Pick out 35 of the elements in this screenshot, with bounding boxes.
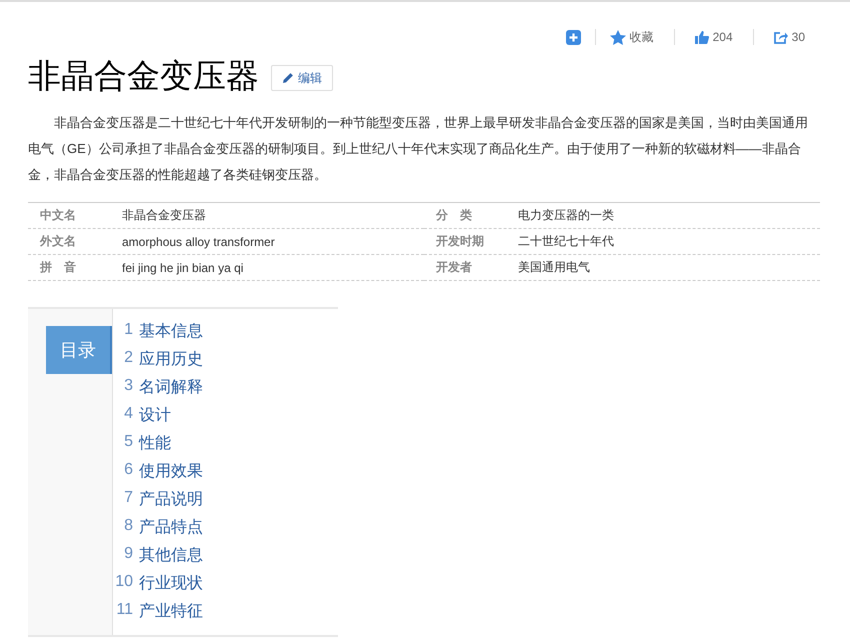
info-value: amorphous alloy transformer — [122, 234, 275, 248]
page-title: 非晶合金变压器 — [28, 56, 259, 96]
thumbs-up-icon — [694, 30, 709, 44]
add-button[interactable] — [566, 30, 581, 44]
like-button[interactable]: 204 — [694, 30, 733, 44]
info-label: 分 类 — [434, 207, 473, 224]
toc-link[interactable]: 5 性能 — [113, 432, 171, 454]
toc-heading: 目录 — [46, 326, 112, 374]
share-icon — [774, 30, 788, 44]
toc-link[interactable]: 2 应用历史 — [113, 348, 203, 370]
edit-button[interactable]: 编辑 — [271, 65, 333, 91]
info-value: 美国通用电气 — [518, 259, 590, 276]
star-icon — [610, 30, 626, 44]
toc-link[interactable]: 4 设计 — [113, 404, 171, 426]
info-value: 非晶合金变压器 — [122, 207, 206, 224]
toc-link[interactable]: 9 其他信息 — [113, 544, 203, 566]
toc-link[interactable]: 7 产品说明 — [113, 488, 203, 510]
share-button[interactable]: 30 — [774, 30, 805, 44]
toc-link[interactable]: 1 基本信息 — [113, 320, 203, 342]
info-label: 外文名 — [38, 233, 77, 250]
info-value: 二十世纪七十年代 — [518, 233, 614, 250]
info-label: 开发者 — [435, 259, 473, 276]
info-label: 中文名 — [39, 207, 77, 224]
toc-link[interactable]: 8 产品特点 — [113, 516, 203, 538]
toc-link[interactable]: 11 产业特征 — [113, 600, 203, 622]
toc-link[interactable]: 6 使用效果 — [113, 460, 203, 482]
info-label: 开发时期 — [435, 233, 485, 250]
toc-link[interactable]: 10 行业现状 — [113, 572, 203, 594]
summary-paragraph: 非晶合金变压器是二十世纪七十年代开发研制的一种节能型变压器，世界上最早研发非晶合金变压器的国家是美国，当时由美国通用电气（GE）公司承担了非晶合金变压器的研制项目。到上世纪八十年代末实现了商品化生产。由于使用了一种新的软磁材料——非晶合金，非晶合金变压器的性能超越了各类硅钢变压器。 — [28, 114, 809, 184]
toc-link[interactable]: 3 名词解释 — [113, 376, 203, 398]
info-value: 电力变压器的一类 — [518, 207, 614, 224]
info-value: fei jing he jin bian ya qi — [122, 260, 244, 274]
pencil-icon — [282, 72, 294, 84]
collect-button[interactable]: 收藏 — [610, 28, 654, 46]
info-label: 拼 音 — [38, 259, 77, 276]
